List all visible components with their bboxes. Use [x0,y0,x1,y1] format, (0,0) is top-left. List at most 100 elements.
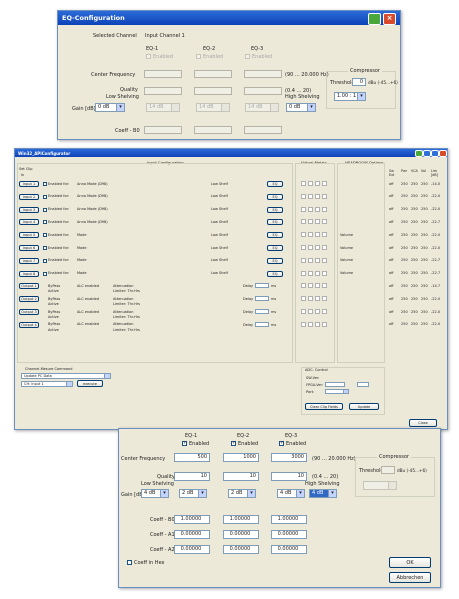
adc-port-select[interactable] [325,389,349,394]
matrix-cell[interactable] [308,270,313,276]
matrix-cell[interactable] [308,181,313,186]
eq2-gain-select[interactable]: 14 dB [196,103,230,112]
coeff-hex-checkbox[interactable] [127,560,132,565]
eq2-quality-field[interactable] [194,87,232,95]
low-shelving-gain-select[interactable]: 4 dB ▾ [141,489,169,498]
delay-field[interactable] [255,296,269,302]
matrix-cell[interactable] [315,283,320,289]
eq-button[interactable]: EQ [267,181,283,187]
eq-button[interactable]: EQ [267,232,283,239]
output-button[interactable]: Output 3 [19,309,39,315]
eq3-center-frequency-field[interactable]: 3000 [271,453,307,462]
command-select[interactable]: Update PC Data [21,373,111,379]
compressor-ratio-select[interactable] [363,481,397,490]
eq-button[interactable]: EQ [267,257,283,264]
matrix-cell[interactable] [322,270,327,276]
clear-clip-fields-button[interactable]: Clear Clip Fields [305,403,343,410]
threshold-field[interactable] [381,466,395,474]
matrix-cell[interactable] [315,270,320,276]
matrix-cell[interactable] [315,193,320,199]
eq3-gain-select[interactable]: 4 dB ▾ [277,489,305,498]
eq-button[interactable]: EQ [267,245,283,251]
matrix-cell[interactable] [308,309,313,314]
delay-field[interactable] [255,309,269,314]
eq1-enabled-checkbox[interactable]: ✓ [182,441,187,446]
low-shelving-gain-select[interactable]: 0 dB ▾ [95,103,125,112]
output-button[interactable]: Output 4 [19,321,39,328]
matrix-cell[interactable] [315,245,320,250]
execute-button[interactable]: execute [77,380,103,387]
enabled-checkbox[interactable] [43,233,47,238]
eq1-gain-select[interactable]: 14 dB [146,103,180,112]
input-button[interactable]: Input 4 [19,219,39,226]
matrix-cell[interactable] [308,219,313,225]
matrix-cell[interactable] [301,270,306,276]
eq3-enabled-checkbox[interactable]: ✓ [279,441,284,446]
eq1-center-frequency-field[interactable] [144,70,182,78]
eq-button[interactable]: EQ [267,193,283,200]
matrix-cell[interactable] [301,206,306,212]
eq-button[interactable]: EQ [267,219,283,226]
ok-button[interactable]: OK [389,557,431,568]
delay-field[interactable] [255,283,269,289]
input-button[interactable]: Input 1 [19,181,39,187]
eq3-quality-field[interactable] [244,87,282,95]
eq2-gain-select[interactable]: 2 dB ▾ [228,489,256,498]
matrix-cell[interactable] [301,181,306,186]
output-button[interactable]: Output 2 [19,296,39,303]
matrix-cell[interactable] [315,219,320,225]
help-icon[interactable] [368,13,381,25]
eq1-quality-field[interactable]: 10 [174,472,210,481]
matrix-cell[interactable] [322,206,327,212]
input-button[interactable]: Input 5 [19,232,39,239]
matrix-cell[interactable] [322,232,327,238]
eq3-quality-field[interactable]: 10 [271,472,307,481]
eq3-enabled-checkbox[interactable] [245,54,250,59]
input-button[interactable]: Input 2 [19,193,39,200]
eq3-gain-select[interactable]: 14 dB [245,103,279,112]
eq2-enabled-checkbox[interactable] [196,54,201,59]
matrix-cell[interactable] [315,296,320,302]
eq2-center-frequency-field[interactable] [194,70,232,78]
matrix-cell[interactable] [301,283,306,289]
close-icon[interactable]: × [383,13,396,25]
matrix-cell[interactable] [301,321,306,327]
maximize-icon[interactable] [431,150,439,157]
matrix-cell[interactable] [308,232,313,238]
cancel-button[interactable]: Abbrechen [389,572,431,583]
minimize-icon[interactable] [423,150,431,157]
matrix-cell[interactable] [301,232,306,238]
enabled-checkbox[interactable] [43,207,47,212]
matrix-cell[interactable] [315,257,320,263]
delay-field[interactable] [255,321,269,327]
matrix-cell[interactable] [322,193,327,199]
close-button[interactable]: Close [409,419,437,427]
eq2-enabled-checkbox[interactable]: ✓ [231,441,236,446]
matrix-cell[interactable] [308,193,313,199]
matrix-cell[interactable] [308,245,313,250]
matrix-cell[interactable] [308,283,313,289]
eq1-gain-select[interactable]: 2 dB ▾ [179,489,207,498]
matrix-cell[interactable] [322,245,327,250]
output-button[interactable]: Output 1 [19,283,39,290]
high-shelving-gain-select[interactable]: 0 dB ▾ [286,103,316,112]
eq1-enabled-checkbox[interactable] [146,54,151,59]
matrix-cell[interactable] [301,309,306,314]
matrix-cell[interactable] [315,181,320,186]
compressor-ratio-select[interactable]: 1.00 : 1 ▾ [334,92,366,101]
matrix-cell[interactable] [308,257,313,263]
input-button[interactable]: Input 3 [19,206,39,213]
enabled-checkbox[interactable] [43,271,47,276]
matrix-cell[interactable] [301,296,306,302]
update-button[interactable]: Update [349,403,379,410]
high-shelving-gain-select[interactable]: 4 dB ▾ [309,489,337,498]
matrix-cell[interactable] [308,321,313,327]
matrix-cell[interactable] [301,257,306,263]
matrix-cell[interactable] [315,321,320,327]
matrix-cell[interactable] [322,283,327,289]
matrix-cell[interactable] [322,219,327,225]
matrix-cell[interactable] [301,219,306,225]
eq-button[interactable]: EQ [267,270,283,277]
eq3-center-frequency-field[interactable] [244,70,282,78]
matrix-cell[interactable] [322,257,327,263]
